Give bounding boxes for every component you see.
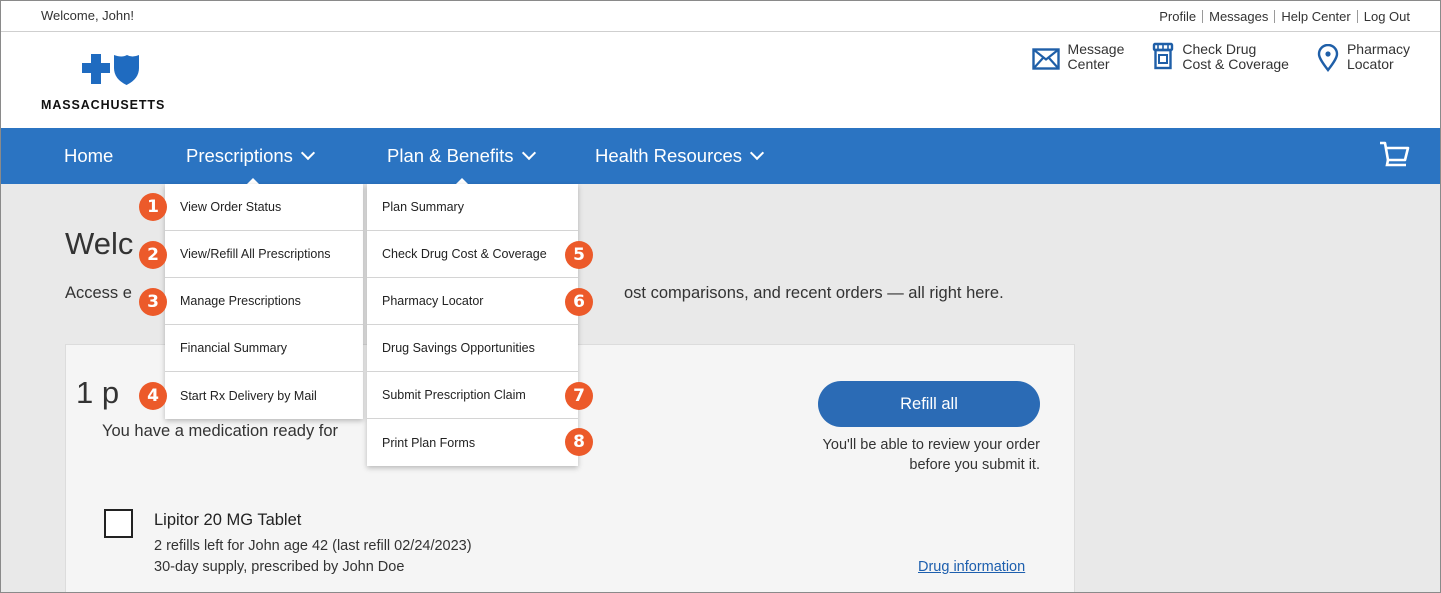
menu-item-drug-savings[interactable]: Drug Savings Opportunities	[367, 325, 578, 372]
nav-prescriptions-label: Prescriptions	[186, 145, 293, 166]
nav-health-resources-label: Health Resources	[595, 145, 743, 166]
check-drug-cost-link[interactable]: Check Drug Cost & Coverage	[1152, 42, 1289, 72]
cart-icon	[1380, 141, 1410, 167]
nav-plan-benefits[interactable]: Plan & Benefits	[387, 145, 536, 167]
menu-item-submit-claim[interactable]: Submit Prescription Claim 7	[367, 372, 593, 419]
menu-item-view-order-status[interactable]: View Order Status 1	[139, 184, 363, 231]
site-header: MASSACHUSETTS Message Center Check Drug …	[1, 32, 1440, 128]
map-pin-icon	[1317, 44, 1339, 72]
check-drug-cost-label: Check Drug Cost & Coverage	[1182, 41, 1289, 72]
step-badge: 6	[565, 288, 593, 316]
menu-item-label: View Order Status	[180, 200, 282, 214]
envelope-icon	[1031, 48, 1060, 70]
menu-item-label: Plan Summary	[382, 200, 464, 214]
step-badge: 5	[565, 241, 593, 269]
menu-item-label: Check Drug Cost & Coverage	[382, 247, 547, 261]
step-badge: 1	[139, 193, 167, 221]
brand-logo[interactable]: MASSACHUSETTS	[41, 52, 181, 112]
chevron-down-icon	[749, 145, 765, 161]
chevron-down-icon	[521, 145, 536, 161]
menu-item-label: Start Rx Delivery by Mail	[180, 388, 317, 403]
prescriptions-dropdown: View Order Status 1 View/Refill All Pres…	[139, 184, 363, 419]
messages-link[interactable]: Messages	[1209, 9, 1268, 24]
ready-message: You have a medication ready for	[102, 422, 339, 440]
step-badge: 4	[139, 382, 167, 410]
menu-item-manage-prescriptions[interactable]: Manage Prescriptions 3	[139, 278, 363, 325]
menu-item-view-refill-all[interactable]: View/Refill All Prescriptions 2	[139, 231, 363, 278]
menu-item-label: Financial Summary	[180, 341, 287, 355]
app-frame: Welcome, John! Profile Messages Help Cen…	[0, 0, 1441, 593]
step-badge: 8	[565, 428, 593, 456]
drug-supply-info: 30-day supply, prescribed by John Doe	[154, 559, 405, 575]
header-quick-links: Message Center Check Drug Cost & Coverag…	[1031, 41, 1410, 72]
profile-link[interactable]: Profile	[1159, 9, 1196, 24]
refill-note: You'll be able to review your order befo…	[822, 437, 1040, 473]
pharmacy-locator-label: Pharmacy Locator	[1346, 41, 1410, 72]
nav-home-label: Home	[64, 145, 114, 166]
page-subtitle-end: ost comparisons, and recent orders — all…	[624, 284, 1004, 302]
divider	[1274, 10, 1276, 23]
menu-item-label: Drug Savings Opportunities	[382, 341, 535, 355]
page-subtitle: Access e ost comparisons, and recent ord…	[65, 284, 1004, 303]
menu-item-start-rx-delivery[interactable]: Start Rx Delivery by Mail 4	[139, 372, 363, 419]
menu-item-pharmacy-locator[interactable]: Pharmacy Locator 6	[367, 278, 593, 325]
refill-all-button[interactable]: Refill all	[818, 381, 1040, 427]
menu-item-label: Manage Prescriptions	[180, 294, 301, 308]
step-badge: 7	[565, 382, 593, 410]
step-badge: 3	[139, 288, 167, 316]
drug-information-link[interactable]: Drug information	[918, 559, 1025, 575]
welcome-text: Welcome, John!	[41, 8, 134, 23]
main-nav: Home Prescriptions Plan & Benefits Healt…	[1, 128, 1440, 186]
utility-bar: Welcome, John! Profile Messages Help Cen…	[1, 1, 1440, 32]
nav-prescriptions[interactable]: Prescriptions	[186, 145, 316, 167]
message-center-label: Message Center	[1067, 41, 1125, 72]
divider	[1202, 10, 1204, 23]
menu-item-financial-summary[interactable]: Financial Summary	[165, 325, 363, 372]
menu-item-label: Pharmacy Locator	[382, 294, 484, 308]
menu-item-check-drug-cost[interactable]: Check Drug Cost & Coverage 5	[367, 231, 593, 278]
cross-shield-logo-icon	[82, 54, 139, 85]
pharmacy-locator-link[interactable]: Pharmacy Locator	[1317, 42, 1410, 72]
plan-benefits-dropdown: Plan Summary Check Drug Cost & Coverage …	[367, 184, 593, 466]
menu-item-label: View/Refill All Prescriptions	[180, 247, 331, 261]
step-badge: 2	[139, 241, 167, 269]
menu-item-label: Submit Prescription Claim	[382, 388, 526, 402]
chevron-down-icon	[300, 145, 316, 161]
divider	[1356, 10, 1358, 23]
logo-wordmark: MASSACHUSETTS	[41, 98, 166, 112]
log-out-link[interactable]: Log Out	[1364, 9, 1410, 24]
cart-button[interactable]	[1378, 140, 1410, 175]
menu-item-print-plan-forms[interactable]: Print Plan Forms 8	[367, 419, 593, 466]
nav-health-resources[interactable]: Health Resources	[595, 145, 765, 167]
page-title: Welc	[65, 226, 134, 261]
page-subtitle-start: Access e	[65, 284, 132, 302]
pill-bottle-icon	[1153, 42, 1174, 70]
help-center-link[interactable]: Help Center	[1281, 9, 1350, 24]
nav-plan-benefits-label: Plan & Benefits	[387, 145, 514, 166]
menu-item-plan-summary[interactable]: Plan Summary	[367, 184, 578, 231]
prescription-checkbox[interactable]	[104, 509, 133, 538]
prescription-count-heading: 1 p	[76, 375, 120, 410]
drug-name: Lipitor 20 MG Tablet	[154, 511, 302, 529]
utility-links: Profile Messages Help Center Log Out	[1159, 9, 1410, 24]
drug-refill-info: 2 refills left for John age 42 (last ref…	[154, 538, 472, 554]
menu-item-label: Print Plan Forms	[382, 435, 476, 450]
message-center-link[interactable]: Message Center	[1031, 41, 1125, 72]
nav-home[interactable]: Home	[64, 145, 113, 167]
